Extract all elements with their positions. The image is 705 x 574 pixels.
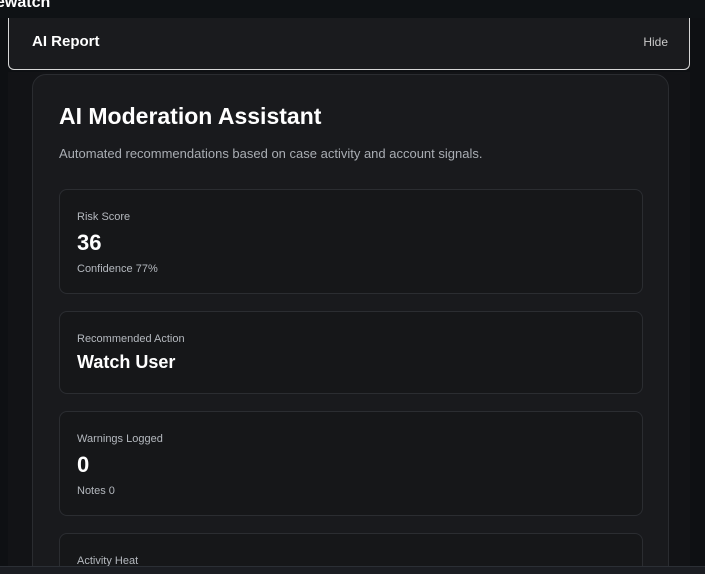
warnings-logged-value: 0 <box>77 452 90 477</box>
risk-score-value: 36 <box>77 230 102 255</box>
ai-report-header: AI Report Hide <box>8 18 690 70</box>
warnings-logged-label: Warnings Logged <box>77 433 163 445</box>
risk-score-panel: Risk Score 36 Confidence 77% <box>59 189 643 294</box>
notes-count: Notes 0 <box>77 485 115 497</box>
assistant-subtitle: Automated recommendations based on case … <box>59 146 483 161</box>
hide-button[interactable]: Hide <box>643 35 668 49</box>
activity-heat-label: Activity Heat <box>77 555 139 566</box>
risk-confidence: Confidence 77% <box>77 263 158 275</box>
warnings-logged-panel: Warnings Logged 0 Notes 0 <box>59 411 643 516</box>
app-title: ewatch <box>0 0 51 11</box>
recommended-action-panel: Recommended Action Watch User <box>59 311 643 394</box>
risk-score-label: Risk Score <box>77 211 131 223</box>
report-content-scroll-area[interactable]: AI Moderation Assistant Automated recomm… <box>8 72 690 566</box>
recommended-action-value: Watch User <box>77 352 176 372</box>
assistant-title: AI Moderation Assistant <box>59 103 322 129</box>
recommended-action-label: Recommended Action <box>77 333 185 345</box>
activity-heat-panel: Activity Heat <box>59 533 643 566</box>
app-top-bar: ewatch <box>0 0 705 18</box>
ai-moderation-assistant-card: AI Moderation Assistant Automated recomm… <box>32 74 669 566</box>
report-title: AI Report <box>32 33 100 50</box>
